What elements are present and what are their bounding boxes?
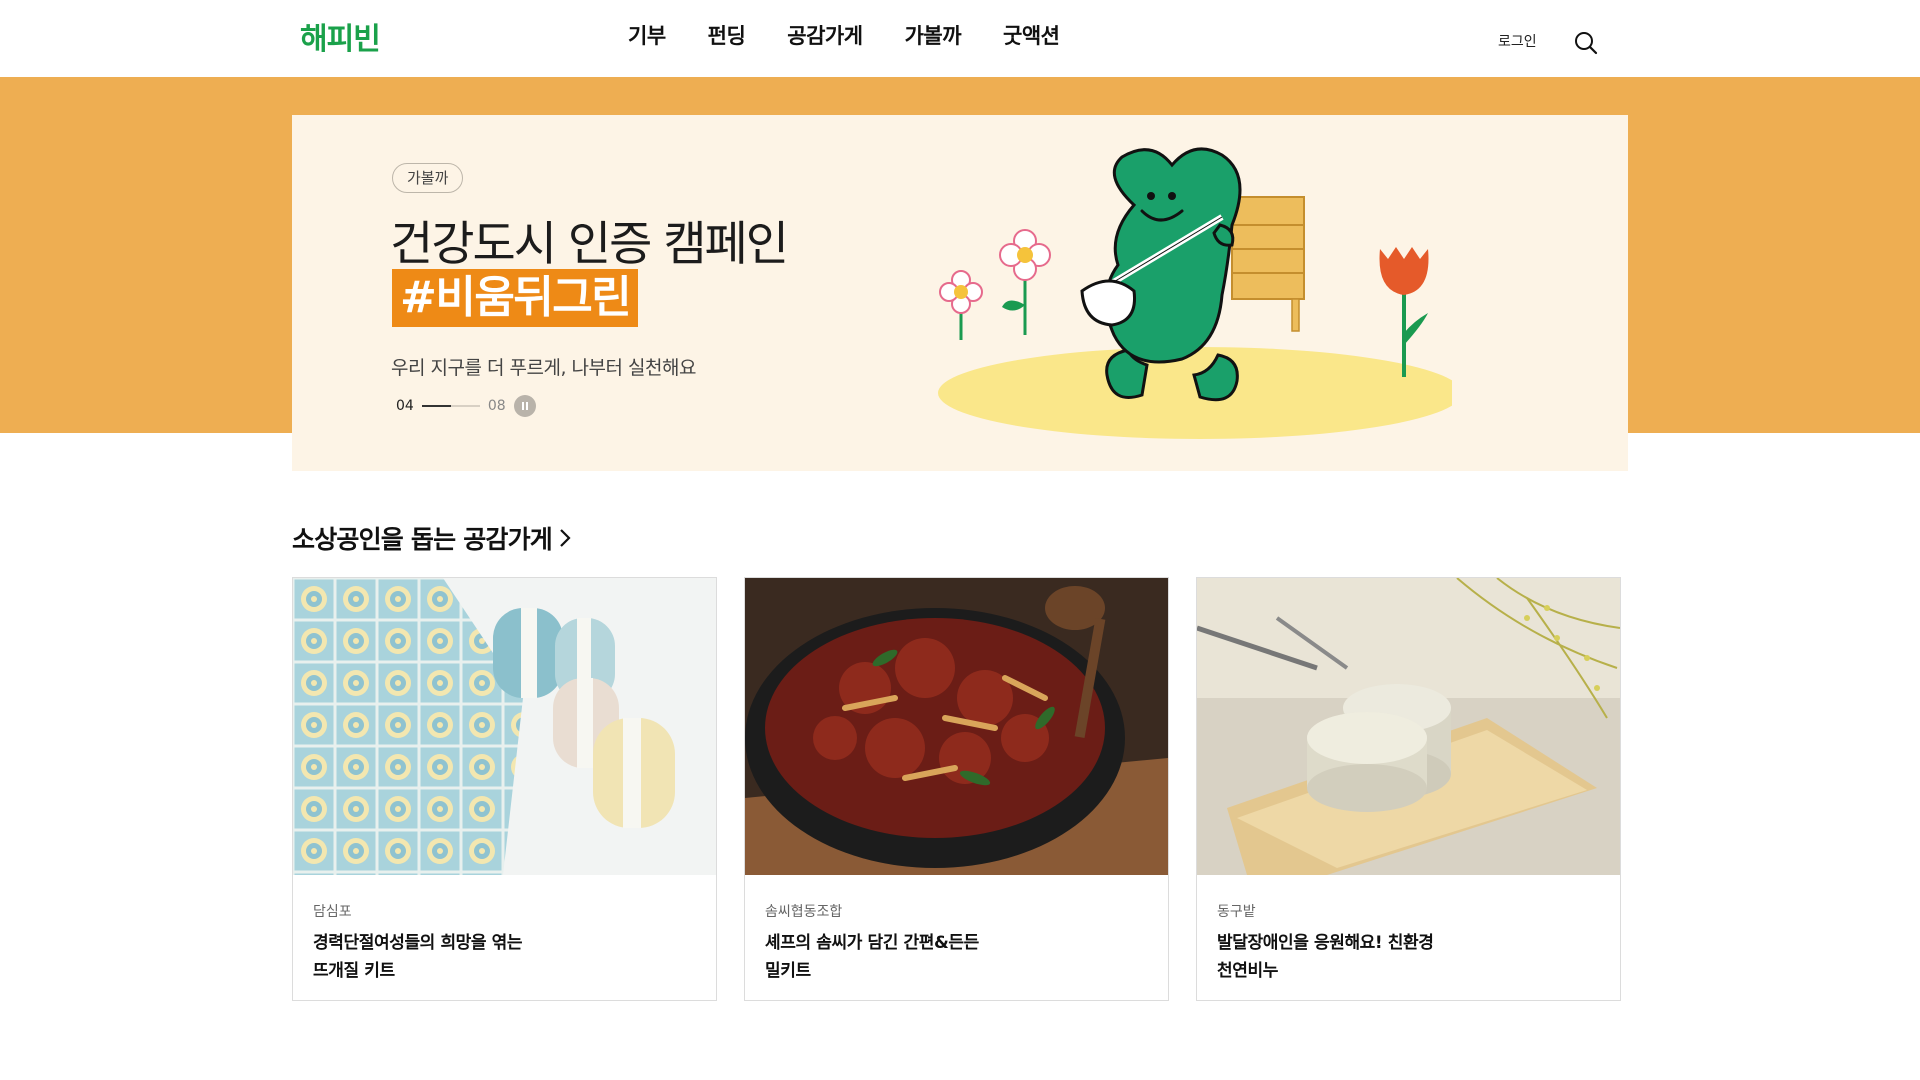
section-title-link[interactable]: 소상공인을 돕는 공감가게 bbox=[292, 520, 572, 556]
chevron-right-icon bbox=[560, 529, 571, 547]
nav-item-donate[interactable]: 기부 bbox=[628, 20, 666, 50]
login-link[interactable]: 로그인 bbox=[1498, 31, 1537, 51]
pause-button[interactable] bbox=[513, 395, 536, 417]
card-title-line1: 셰프의 솜씨가 담긴 간편&든든 bbox=[765, 933, 979, 953]
card-title-line1: 발달장애인을 응원해요! 친환경 bbox=[1217, 933, 1434, 953]
card-title-line2: 뜨개질 키트 bbox=[313, 961, 395, 981]
pager-current: 04 bbox=[396, 398, 414, 414]
hero-illustration bbox=[938, 147, 1452, 439]
logo[interactable]: 해피빈 bbox=[300, 14, 381, 58]
store-name: 솜씨협동조합 bbox=[765, 904, 843, 920]
search-icon[interactable] bbox=[1572, 29, 1600, 57]
natural-soap-image bbox=[1197, 578, 1620, 875]
bench-icon bbox=[1231, 196, 1305, 332]
section-title: 소상공인을 돕는 공감가게 bbox=[292, 525, 553, 554]
main-nav: 기부 펀딩 공감가게 가볼까 굿액션 bbox=[628, 20, 1060, 50]
store-card[interactable]: 솜씨협동조합 셰프의 솜씨가 담긴 간편&든든 밀키트 bbox=[744, 577, 1169, 1001]
hero-title: 건강도시 인증 캠페인 bbox=[390, 217, 789, 272]
hero-pager: 04 08 bbox=[396, 395, 536, 417]
card-title-line2: 밀키트 bbox=[765, 961, 811, 981]
hero-subtitle: 우리 지구를 더 푸르게, 나부터 실천해요 bbox=[391, 357, 696, 379]
store-name: 동구밭 bbox=[1217, 904, 1256, 920]
bulgogi-dish-image bbox=[745, 578, 1168, 875]
card-title-line1: 경력단절여성들의 희망을 엮는 bbox=[313, 933, 523, 953]
card-title-line2: 천연비누 bbox=[1217, 961, 1278, 981]
site-header: 해피빈 기부 펀딩 공감가게 가볼까 굿액션 로그인 bbox=[0, 0, 1920, 77]
hero-highlight: #비움뒤그린 bbox=[392, 269, 639, 327]
store-name: 담심포 bbox=[313, 904, 352, 920]
nav-item-travel[interactable]: 가볼까 bbox=[905, 20, 962, 50]
nav-item-funding[interactable]: 펀딩 bbox=[708, 20, 746, 50]
nav-item-store[interactable]: 공감가게 bbox=[787, 20, 863, 50]
tulip-icon bbox=[1379, 247, 1429, 377]
crochet-kit-image bbox=[293, 578, 716, 875]
pager-total: 08 bbox=[487, 398, 506, 414]
hero-banner[interactable]: 가볼까 건강도시 인증 캠페인 #비움뒤그린 우리 지구를 더 푸르게, 나부터… bbox=[292, 115, 1628, 471]
pager-progress bbox=[421, 405, 480, 407]
flower-icon bbox=[939, 229, 1051, 340]
store-card-list: 담심포 경력단절여성들의 희망을 엮는 뜨개질 키트 솜씨협동조합 셰프의 솜씨… bbox=[292, 577, 1621, 1001]
store-card[interactable]: 동구밭 발달장애인을 응원해요! 친환경 천연비누 bbox=[1196, 577, 1621, 1001]
hero-tag: 가볼까 bbox=[392, 163, 464, 193]
store-card[interactable]: 담심포 경력단절여성들의 희망을 엮는 뜨개질 키트 bbox=[292, 577, 717, 1001]
nav-item-goodaction[interactable]: 굿액션 bbox=[1003, 20, 1060, 50]
